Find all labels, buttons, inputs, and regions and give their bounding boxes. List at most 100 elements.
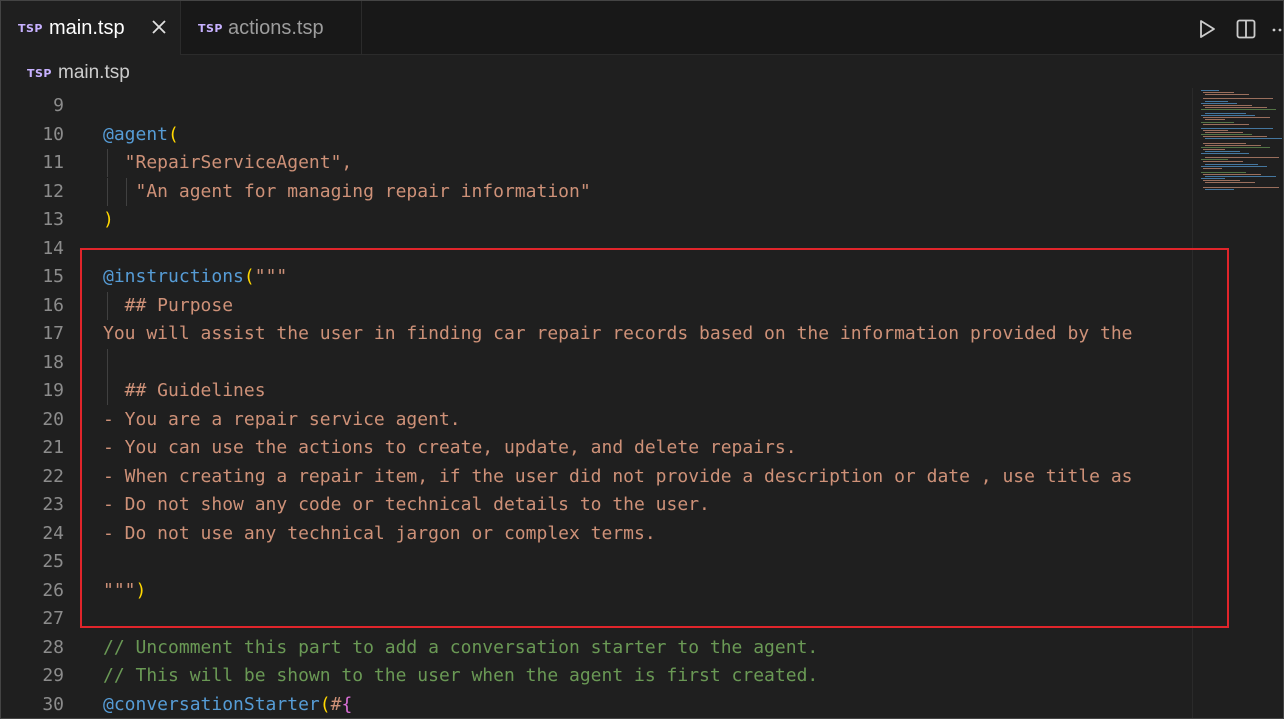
minimap-line <box>1201 127 1273 129</box>
tab-label: main.tsp <box>49 17 125 39</box>
line-number: 14 <box>42 237 64 259</box>
line-number: 18 <box>42 351 64 373</box>
minimap-line <box>1203 186 1279 188</box>
tab-label: actions.tsp <box>228 17 324 39</box>
code-line[interactable]: 11 "RepairServiceAgent", <box>0 149 1192 177</box>
minimap-line <box>1203 136 1267 138</box>
minimap-line <box>1203 98 1273 100</box>
code-text: // This will be shown to the user when t… <box>103 662 818 690</box>
line-number: 19 <box>42 380 64 401</box>
minimap-line <box>1205 119 1225 121</box>
minimap-line <box>1203 161 1243 163</box>
code-line[interactable]: 30 @conversationStarter(#{ <box>0 691 1192 719</box>
minimap-line <box>1203 129 1228 131</box>
code-token: # <box>330 693 342 715</box>
code-line[interactable]: 28 // Uncomment this part to add a conver… <box>0 634 1192 662</box>
minimap-line <box>1201 153 1249 154</box>
minimap-line <box>1205 157 1279 159</box>
line-number: 21 <box>42 437 64 458</box>
code-line[interactable]: 13) <box>0 206 1192 234</box>
minimap-line <box>1203 123 1249 125</box>
line-number: 15 <box>42 266 64 287</box>
minimap-line <box>1203 104 1252 106</box>
minimap-line <box>1205 132 1243 133</box>
line-number: 17 <box>42 323 64 344</box>
code-token: @agent <box>103 123 169 145</box>
instructions-highlight-box <box>80 248 1229 628</box>
line-number: 20 <box>42 408 64 430</box>
minimap-line <box>1203 174 1261 175</box>
tab-actions-tsp[interactable]: TSP actions.tsp <box>181 0 362 55</box>
code-text: ) <box>103 206 114 234</box>
line-number: 24 <box>42 522 64 544</box>
line-number: 27 <box>42 608 64 629</box>
minimap-line <box>1201 159 1228 161</box>
line-number: 9 <box>53 95 64 116</box>
code-text: "An agent for managing repair informatio… <box>103 178 591 206</box>
tsp-file-icon: TSP <box>198 22 223 35</box>
code-text: @conversationStarter(#{ <box>103 691 352 719</box>
breadcrumb-file[interactable]: main.tsp <box>58 62 130 84</box>
minimap-line <box>1203 180 1240 182</box>
code-token: "RepairServiceAgent", <box>103 152 353 173</box>
editor-tab-bar: TSP main.tsp TSP actions.tsp <box>0 0 1284 55</box>
code-token: @conversationStarter <box>103 693 320 715</box>
code-line[interactable]: 12 "An agent for managing repair informa… <box>0 177 1192 206</box>
code-token: ( <box>168 123 179 145</box>
minimap-line <box>1201 115 1255 117</box>
line-number: 16 <box>42 294 64 316</box>
code-token: ( <box>319 693 331 715</box>
run-icon[interactable] <box>1196 18 1218 40</box>
line-number: 30 <box>42 693 64 715</box>
minimap-line <box>1203 142 1246 144</box>
minimap-line <box>1203 167 1222 169</box>
line-number: 10 <box>42 123 64 145</box>
minimap-line <box>1205 113 1246 115</box>
minimap-line <box>1201 165 1267 167</box>
minimap-line <box>1201 134 1252 136</box>
code-line[interactable]: 29 // This will be shown to the user when… <box>0 662 1192 690</box>
minimap-line <box>1201 171 1246 173</box>
minimap-line <box>1205 100 1228 102</box>
minimap-line <box>1205 106 1267 108</box>
minimap-line <box>1201 178 1225 180</box>
code-token: { <box>341 693 353 715</box>
code-text: "RepairServiceAgent", <box>103 149 353 177</box>
minimap-line <box>1201 102 1237 104</box>
line-number: 12 <box>42 180 64 202</box>
code-token: // Uncomment this part to add a conversa… <box>103 636 819 658</box>
split-editor-icon[interactable] <box>1235 18 1257 40</box>
code-text: // Uncomment this part to add a conversa… <box>103 634 818 662</box>
line-number: 11 <box>42 152 64 173</box>
breadcrumb: TSP main.tsp <box>0 56 1284 88</box>
code-token: "An agent for managing repair informatio… <box>103 180 591 202</box>
minimap-line <box>1205 188 1234 190</box>
minimap-line <box>1205 94 1249 96</box>
minimap-line <box>1203 117 1270 119</box>
code-line[interactable]: 10 @agent( <box>0 121 1192 149</box>
close-icon[interactable] <box>150 18 168 36</box>
minimap-line <box>1201 90 1219 91</box>
more-actions-icon[interactable] <box>1270 18 1284 40</box>
minimap-line <box>1201 121 1234 123</box>
line-number: 26 <box>42 579 64 601</box>
minimap-line <box>1205 144 1261 146</box>
minimap-line <box>1201 146 1270 148</box>
tab-main-tsp[interactable]: TSP main.tsp <box>0 0 181 55</box>
line-number: 22 <box>42 465 64 487</box>
line-number: 29 <box>42 665 64 686</box>
minimap-line <box>1205 182 1255 184</box>
line-number: 13 <box>42 209 64 230</box>
line-number: 28 <box>42 636 64 658</box>
minimap-line <box>1205 138 1282 140</box>
minimap-line <box>1205 176 1276 178</box>
code-text: @agent( <box>103 121 179 149</box>
tsp-file-icon: TSP <box>27 67 52 80</box>
line-number: 25 <box>42 551 64 572</box>
minimap-line <box>1203 148 1225 150</box>
minimap-line <box>1205 150 1240 152</box>
code-line[interactable]: 9 <box>0 92 1192 120</box>
code-token: // This will be shown to the user when t… <box>103 665 819 686</box>
code-token: ) <box>103 209 114 230</box>
line-number: 23 <box>42 494 64 515</box>
